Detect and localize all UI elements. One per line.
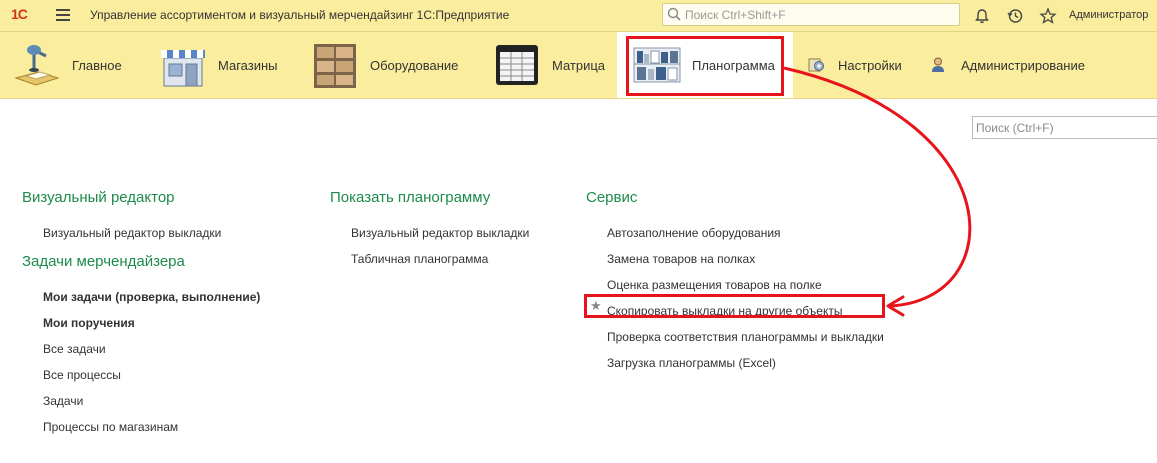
section-label: Настройки	[838, 57, 902, 73]
admin-user-icon	[932, 57, 944, 72]
section-matrix[interactable]: Матрица	[492, 32, 605, 98]
section-label: Администрирование	[961, 57, 1085, 73]
section-settings[interactable]: Настройки	[808, 32, 902, 98]
search-icon	[667, 7, 681, 21]
user-name[interactable]: Администратор	[1069, 9, 1148, 21]
global-search[interactable]	[662, 3, 960, 26]
nav-link[interactable]: Мои задачи (проверка, выполнение)	[22, 284, 260, 310]
section-equipment[interactable]: Оборудование	[310, 32, 458, 98]
section-label: Магазины	[218, 57, 278, 73]
nav-link[interactable]: Оценка размещения товаров на полке	[586, 272, 884, 298]
nav-link-copy-layouts[interactable]: Скопировать выкладки на другие объекты	[586, 298, 884, 324]
app-logo: 1С	[11, 6, 28, 22]
nav-link[interactable]: Все задачи	[22, 336, 260, 362]
nav-link[interactable]: Визуальный редактор выкладки	[22, 220, 260, 246]
main-menu-icon[interactable]	[56, 9, 70, 21]
section-main[interactable]: Главное	[12, 32, 122, 98]
content-search[interactable]	[972, 116, 1157, 139]
nav-link[interactable]: Замена товаров на полках	[586, 246, 884, 272]
group-title: Задачи мерчендайзера	[22, 253, 185, 270]
group-title: Показать планограмму	[330, 189, 491, 206]
title-bar: 1С Управление ассортиментом и визуальный…	[0, 0, 1157, 32]
bell-icon[interactable]	[973, 7, 991, 25]
spreadsheet-icon	[496, 45, 538, 85]
section-stores[interactable]: Магазины	[158, 32, 278, 98]
star-icon[interactable]	[1039, 7, 1057, 25]
planogram-icon	[633, 47, 681, 83]
nav-link[interactable]: Проверка соответствия планограммы и выкл…	[586, 324, 884, 350]
nav-link[interactable]: Мои поручения	[22, 310, 260, 336]
section-label: Главное	[72, 57, 122, 73]
sections-panel: Главное Магазины Оборудование Матрица Пл…	[0, 32, 1157, 99]
section-admin[interactable]: Администрирование	[929, 32, 1085, 98]
nav-link[interactable]: Табличная планограмма	[330, 246, 529, 272]
section-label: Оборудование	[370, 57, 459, 73]
group-title: Визуальный редактор	[22, 189, 175, 206]
section-label: Планограмма	[692, 57, 775, 73]
column-service: Сервис Автозаполнение оборудования Замен…	[586, 188, 884, 376]
storefront-icon	[161, 50, 205, 87]
nav-link[interactable]: Процессы по магазинам	[22, 414, 260, 440]
section-label: Матрица	[552, 57, 606, 73]
nav-link[interactable]: Все процессы	[22, 362, 260, 388]
nav-link[interactable]: Визуальный редактор выкладки	[330, 220, 529, 246]
nav-link[interactable]: Загрузка планограммы (Excel)	[586, 350, 884, 376]
nav-link[interactable]: Автозаполнение оборудования	[586, 220, 884, 246]
group-title: Сервис	[586, 189, 638, 206]
settings-icon	[808, 58, 824, 72]
section-planogram[interactable]: Планограмма	[617, 32, 793, 98]
column-show-planogram: Показать планограмму Визуальный редактор…	[330, 188, 529, 272]
content-search-input[interactable]	[976, 121, 1156, 135]
desk-lamp-icon	[14, 45, 60, 86]
favorite-star-icon[interactable]: ★	[590, 298, 602, 314]
nav-link[interactable]: Задачи	[22, 388, 260, 414]
shelving-icon	[314, 44, 356, 88]
global-search-input[interactable]	[685, 7, 955, 22]
column-visual-editor: Визуальный редактор Визуальный редактор …	[22, 188, 260, 440]
app-title: Управление ассортиментом и визуальный ме…	[90, 8, 510, 22]
history-icon[interactable]	[1006, 7, 1024, 25]
